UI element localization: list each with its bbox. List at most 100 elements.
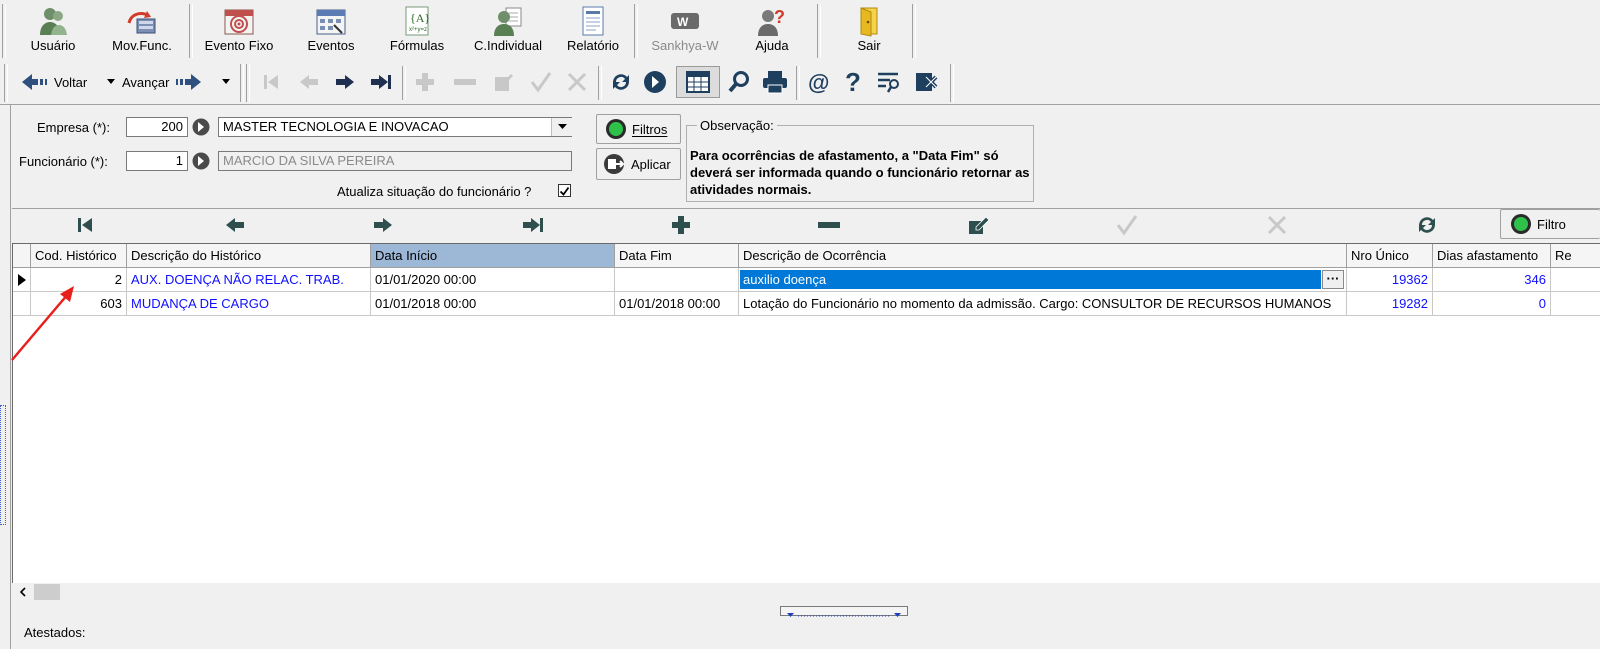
minus-icon — [818, 222, 840, 228]
horizontal-scrollbar[interactable] — [12, 583, 1600, 601]
print-button[interactable] — [760, 66, 790, 98]
sankhya-w-button[interactable]: W Sankhya-W — [642, 2, 728, 58]
chevron-down-icon — [222, 79, 230, 84]
cell-re[interactable] — [1551, 268, 1600, 292]
ocorrencia-edit-text[interactable]: auxilio doença — [740, 270, 1321, 289]
cell-data-inicio[interactable]: 01/01/2020 00:00 — [371, 268, 615, 292]
usuario-button[interactable]: Usuário — [20, 2, 86, 58]
column-header[interactable]: Nro Único — [1347, 244, 1433, 268]
toolbar-separator — [246, 64, 250, 102]
refresh-button[interactable] — [606, 66, 636, 98]
svg-text:W: W — [677, 15, 689, 29]
grid-delete-button[interactable] — [814, 213, 844, 237]
cell-descricao-historico[interactable]: MUDANÇA DE CARGO — [127, 292, 371, 316]
insert-record-button[interactable] — [410, 66, 440, 98]
grid-insert-button[interactable] — [666, 213, 696, 237]
aplicar-button[interactable]: Aplicar — [596, 148, 681, 180]
grid-prior-button[interactable] — [220, 213, 250, 237]
checkmark-icon — [559, 186, 570, 196]
svg-text:?: ? — [774, 7, 785, 27]
cancel-record-button[interactable] — [562, 66, 592, 98]
voltar-button[interactable]: Voltar — [20, 66, 100, 98]
voltar-dropdown[interactable] — [102, 66, 120, 98]
side-splitter-handle[interactable] — [0, 405, 6, 525]
grid-view-toggle[interactable] — [676, 66, 720, 98]
help-button[interactable]: ? — [838, 66, 868, 98]
search-button[interactable] — [724, 66, 754, 98]
grid-first-button[interactable] — [72, 213, 102, 237]
filter-text-button[interactable] — [872, 66, 906, 98]
formulas-label: Fórmulas — [389, 38, 445, 53]
column-header[interactable]: Data Início — [371, 244, 615, 268]
scroll-thumb[interactable] — [34, 584, 60, 600]
funcionario-code-field[interactable]: 1 — [126, 151, 188, 171]
cell-descricao-ocorrencia[interactable]: Lotação do Funcionário no momento da adm… — [739, 292, 1347, 316]
cell-re[interactable] — [1551, 292, 1600, 316]
email-button[interactable]: @ — [804, 66, 834, 98]
grid-refresh-button[interactable] — [1412, 212, 1442, 238]
atualiza-situacao-checkbox[interactable] — [558, 184, 571, 197]
toolbar-separator — [240, 64, 244, 102]
cell-descricao-historico[interactable]: AUX. DOENÇA NÃO RELAC. TRAB. — [127, 268, 371, 292]
ajuda-button[interactable]: ? Ajuda — [742, 2, 802, 58]
cell-nro-unico[interactable]: 19282 — [1347, 292, 1433, 316]
cell-dias-afastamento[interactable]: 0 — [1433, 292, 1551, 316]
cell-nro-unico[interactable]: 19362 — [1347, 268, 1433, 292]
cell-data-fim[interactable]: 01/01/2018 00:00 — [615, 292, 739, 316]
mov-func-button[interactable]: Mov.Func. — [104, 2, 180, 58]
edit-record-button[interactable] — [488, 66, 518, 98]
observacao-title: Observação: — [700, 118, 774, 133]
apply-icon — [604, 154, 625, 174]
evento-fixo-button[interactable]: Evento Fixo — [196, 2, 282, 58]
export-excel-button[interactable] — [910, 66, 944, 98]
back-arrow-icon — [22, 74, 47, 90]
panel-splitter[interactable] — [780, 606, 908, 617]
cell-data-inicio[interactable]: 01/01/2018 00:00 — [371, 292, 615, 316]
refresh-icon — [613, 74, 629, 90]
column-header[interactable]: Descrição do Histórico — [127, 244, 371, 268]
green-circle-icon — [1511, 214, 1531, 234]
grid-cancel-button[interactable] — [1262, 213, 1292, 237]
empresa-code-field[interactable]: 200 — [126, 117, 188, 137]
column-header[interactable]: Re — [1551, 244, 1600, 268]
scroll-left-button[interactable] — [12, 583, 32, 601]
avancar-dropdown[interactable] — [218, 66, 234, 98]
next-record-button[interactable] — [330, 66, 360, 98]
cell-descricao-ocorrencia-editor[interactable]: auxilio doença ··· — [739, 268, 1347, 292]
sair-button[interactable]: Sair — [834, 2, 904, 58]
filtros-button[interactable]: Filtros — [596, 114, 681, 144]
avancar-button[interactable]: Avançar — [122, 66, 218, 98]
prior-record-button[interactable] — [294, 66, 324, 98]
eventos-button[interactable]: Eventos — [296, 2, 366, 58]
printer-icon — [763, 71, 787, 94]
column-header[interactable]: Descrição de Ocorrência — [739, 244, 1347, 268]
column-header[interactable]: Dias afastamento — [1433, 244, 1551, 268]
post-record-button[interactable] — [526, 66, 556, 98]
cell-data-fim[interactable] — [615, 268, 739, 292]
funcionario-lookup-button[interactable] — [192, 152, 210, 170]
empresa-name-value: MASTER TECNOLOGIA E INOVACAO — [223, 119, 449, 134]
next-icon — [374, 218, 392, 232]
column-header[interactable]: Cod. Histórico — [31, 244, 127, 268]
execute-button[interactable] — [640, 66, 670, 98]
grid-post-button[interactable] — [1112, 213, 1142, 237]
first-record-button[interactable] — [258, 66, 288, 98]
empresa-name-select[interactable]: MASTER TECNOLOGIA E INOVACAO — [218, 117, 572, 137]
grid-filtro-button[interactable]: Filtro — [1500, 209, 1600, 239]
column-header[interactable]: Data Fim — [615, 244, 739, 268]
question-mark-icon: ? — [845, 69, 861, 95]
last-record-button[interactable] — [366, 66, 396, 98]
empresa-lookup-button[interactable] — [192, 118, 210, 136]
c-individual-button[interactable]: C.Individual — [466, 2, 550, 58]
empresa-dropdown-button[interactable] — [551, 118, 572, 136]
formulas-button[interactable]: {A} x²+y=z Fórmulas — [382, 2, 452, 58]
relatorio-button[interactable]: Relatório — [558, 2, 628, 58]
cell-dias-afastamento[interactable]: 346 — [1433, 268, 1551, 292]
grid-last-button[interactable] — [518, 213, 548, 237]
grid-edit-button[interactable] — [964, 213, 994, 237]
grid-next-button[interactable] — [368, 213, 398, 237]
edit-icon — [969, 216, 990, 234]
ellipsis-button[interactable]: ··· — [1322, 270, 1344, 289]
splitter-grip-icon — [787, 613, 901, 617]
delete-record-button[interactable] — [448, 66, 482, 98]
